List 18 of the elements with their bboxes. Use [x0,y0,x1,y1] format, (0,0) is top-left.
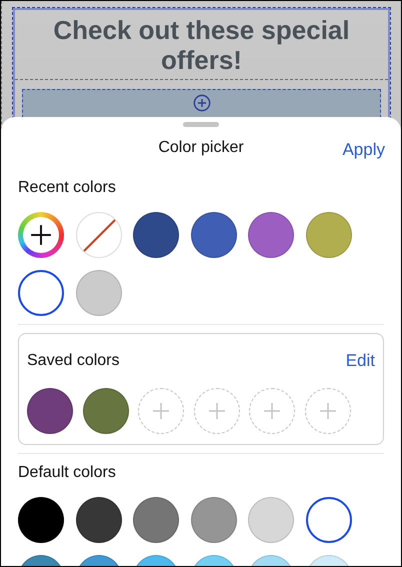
color-swatch[interactable] [18,270,64,316]
custom-color-button[interactable] [18,212,64,258]
plus-icon [206,401,226,421]
add-circle-icon[interactable] [192,94,210,112]
apply-button[interactable]: Apply [342,140,385,160]
plus-icon [30,224,52,246]
section-title: Default colors [17,464,117,482]
drag-handle[interactable] [183,122,219,127]
edit-button[interactable]: Edit [346,351,375,371]
section-title: Recent colors [17,179,117,197]
plus-icon [318,401,338,421]
banner-heading: Check out these special offers! [15,10,388,80]
plus-icon [262,401,282,421]
sheet-title: Color picker [158,139,244,157]
plus-icon [151,401,171,421]
no-color-swatch[interactable] [76,212,122,258]
section-title: Saved colors [27,352,120,370]
color-swatch[interactable] [306,497,352,543]
